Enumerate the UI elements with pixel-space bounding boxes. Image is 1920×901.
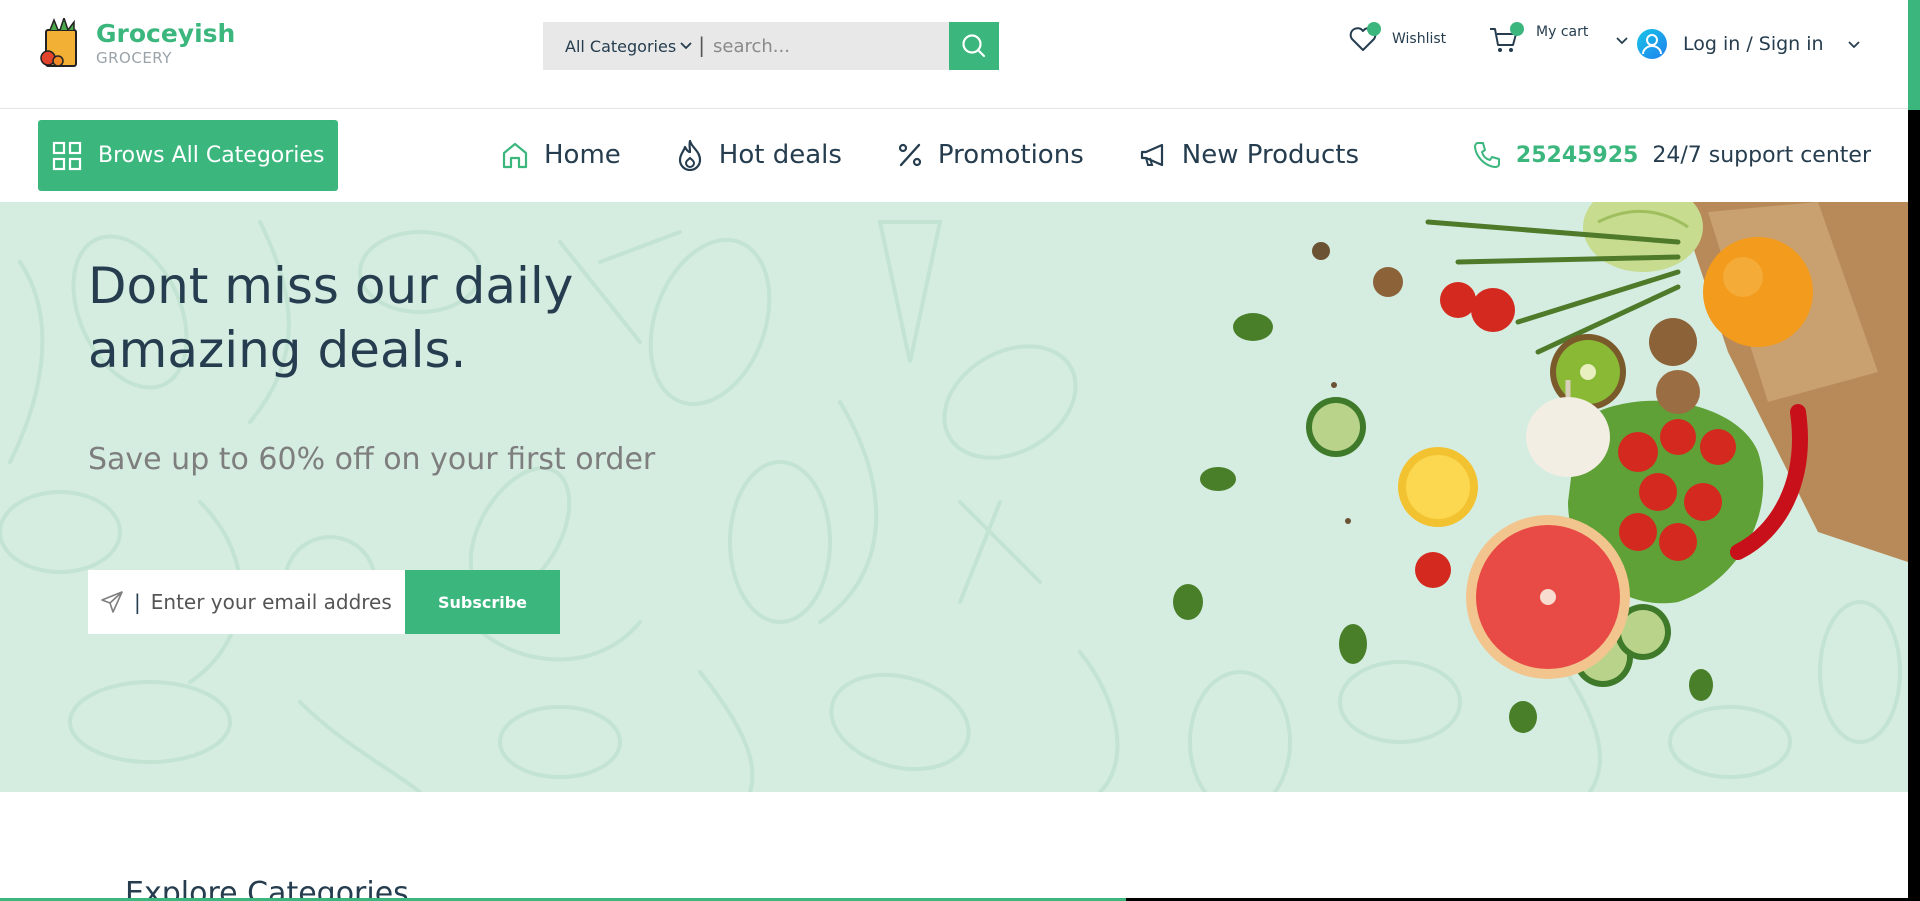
- hero-banner: Dont miss our daily amazing deals. Save …: [0, 202, 1908, 792]
- search-category-label: All Categories: [565, 36, 677, 56]
- cart-label: My cart: [1536, 24, 1589, 40]
- email-field-wrapper: |: [88, 570, 405, 634]
- newsletter-form: | Subscribe: [88, 570, 560, 634]
- support-phone-number[interactable]: 25245925: [1516, 143, 1638, 168]
- browse-categories-button[interactable]: Brows All Categories: [38, 120, 338, 191]
- search-button[interactable]: [949, 22, 999, 70]
- account-label: Log in / Sign in: [1683, 33, 1824, 55]
- wishlist-badge: [1367, 22, 1381, 36]
- chevron-down-icon: [1616, 37, 1628, 45]
- nav-item-label: Hot deals: [718, 140, 842, 170]
- nav-item-label: Promotions: [937, 140, 1084, 170]
- fresh-produce-illustration: [1173, 202, 1908, 733]
- send-icon: [101, 591, 123, 613]
- percent-icon: [898, 143, 922, 167]
- hero-title-line: Dont miss our daily: [88, 257, 574, 315]
- nav-item-hot-deals[interactable]: Hot deals: [675, 139, 842, 171]
- nav-item-label: Home: [544, 140, 621, 170]
- cart-link[interactable]: My cart: [1488, 22, 1630, 56]
- subscribe-button[interactable]: Subscribe: [405, 570, 560, 634]
- main-nav: Brows All Categories Home Hot deals Prom…: [0, 110, 1908, 202]
- support-label: 24/7 support center: [1652, 142, 1871, 168]
- page-right-strip: [1908, 0, 1920, 901]
- user-avatar-icon: [1637, 29, 1667, 59]
- search-divider: |: [698, 33, 705, 57]
- flame-icon: [678, 139, 701, 171]
- hero-title: Dont miss our daily amazing deals.: [88, 254, 688, 382]
- wishlist-label: Wishlist: [1392, 31, 1447, 47]
- chevron-down-icon: [680, 42, 692, 50]
- account-menu[interactable]: Log in / Sign in: [1636, 28, 1862, 60]
- chevron-down-icon: [1847, 41, 1860, 49]
- support-info: 25245925 24/7 support center: [1472, 140, 1871, 170]
- brand-logo[interactable]: Groceyish GROCERY: [38, 15, 236, 68]
- nav-item-new-products[interactable]: New Products: [1138, 140, 1359, 170]
- nav-item-promotions[interactable]: Promotions: [896, 140, 1084, 170]
- nav-item-label: New Products: [1181, 140, 1359, 170]
- browse-categories-label: Brows All Categories: [98, 143, 325, 168]
- hero-title-line: amazing deals.: [88, 321, 467, 379]
- grocery-bag-logo-icon: [38, 15, 84, 68]
- megaphone-icon: [1140, 143, 1163, 167]
- brand-tagline: GROCERY: [96, 49, 172, 67]
- email-input[interactable]: [150, 590, 391, 614]
- nav-item-home[interactable]: Home: [500, 140, 621, 170]
- search-bar: All Categories |: [543, 22, 999, 70]
- search-category-select[interactable]: All Categories |: [543, 22, 705, 70]
- search-icon: [962, 34, 986, 58]
- header: Groceyish GROCERY All Categories | Wishl…: [0, 0, 1908, 109]
- phone-icon: [1473, 142, 1500, 168]
- hero-subtitle: Save up to 60% off on your first order: [88, 442, 656, 477]
- search-input[interactable]: [701, 22, 949, 70]
- cart-badge: [1510, 22, 1524, 36]
- wishlist-link[interactable]: Wishlist: [1348, 22, 1447, 54]
- brand-name: Groceyish: [96, 19, 236, 48]
- grid-icon: [52, 141, 82, 170]
- email-field-divider: |: [134, 590, 141, 614]
- home-icon: [502, 142, 528, 169]
- nav-menu: Home Hot deals Promotions New Products: [500, 130, 1413, 180]
